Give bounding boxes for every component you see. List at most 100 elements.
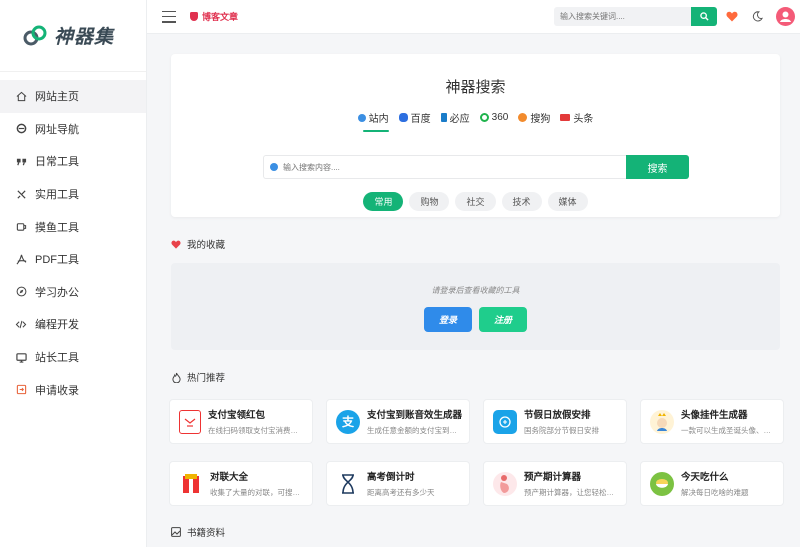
tool-card[interactable]: 今天吃什么 解决每日吃啥的难题 <box>640 461 784 506</box>
blog-link-label: 博客文章 <box>202 12 239 22</box>
pregnancy-icon <box>493 471 517 496</box>
tab-engine-bing[interactable]: 必应 <box>440 110 470 130</box>
monitor-icon <box>15 351 27 363</box>
site-icon <box>357 113 366 122</box>
red-envelope-icon <box>179 409 201 434</box>
heart-icon <box>171 239 181 249</box>
tab-category-tech[interactable]: 技术 <box>501 192 542 211</box>
avatar-frame-icon <box>650 409 674 434</box>
tool-card[interactable]: 对联大全 收集了大量的对联，可搜索查询 <box>169 461 313 506</box>
tool-desc: 解决每日吃啥的难题 <box>681 488 749 497</box>
tool-card[interactable]: 支付宝领红包 在线扫码领取支付宝消费红包 <box>169 399 313 444</box>
engine-label: 百度 <box>410 114 431 125</box>
hot-title: 热门推荐 <box>187 373 226 384</box>
tab-engine-360[interactable]: 360 <box>479 110 509 130</box>
engine-label: 必应 <box>449 114 470 125</box>
tab-category-social[interactable]: 社交 <box>455 192 496 211</box>
blog-link[interactable]: 博客文章 <box>190 10 238 23</box>
sidebar-item-study-office[interactable]: 学习办公 <box>0 276 146 309</box>
tool-name: 头像挂件生成器 <box>681 410 748 421</box>
code-icon <box>15 318 27 330</box>
sidebar-item-label: 编程开发 <box>35 319 79 332</box>
tool-desc: 一款可以生成圣诞头像、节日头像挂件 <box>681 426 776 435</box>
tool-name: 节假日放假安排 <box>524 410 591 421</box>
tool-card[interactable]: 支 支付宝到账音效生成器 生成任意金额的支付宝到账音效 <box>326 399 470 444</box>
login-button[interactable]: 登录 <box>424 307 472 332</box>
sidebar-item-daily-tools[interactable]: 日常工具 <box>0 145 146 178</box>
tool-desc: 生成任意金额的支付宝到账音效 <box>367 426 462 435</box>
engine-label: 360 <box>491 112 509 123</box>
menu-toggle-icon[interactable] <box>162 10 176 23</box>
quote-icon <box>15 155 27 167</box>
360-icon <box>479 113 489 122</box>
sidebar-item-pdf-tools[interactable]: PDF工具 <box>0 243 146 276</box>
heart-icon[interactable] <box>724 8 740 24</box>
sogou-icon <box>518 113 528 122</box>
sidebar-item-webmaster[interactable]: 站长工具 <box>0 341 146 374</box>
sidebar-item-label: 摸鱼工具 <box>35 221 79 234</box>
tab-engine-baidu[interactable]: 百度 <box>398 110 431 130</box>
image-icon <box>171 527 181 537</box>
header-search-input[interactable] <box>554 7 691 26</box>
calendar-icon <box>493 409 517 434</box>
sidebar-item-submit[interactable]: 申请收录 <box>0 373 146 406</box>
sidebar-item-label: 实用工具 <box>35 189 79 202</box>
tab-engine-sogou[interactable]: 搜狗 <box>518 110 550 130</box>
tab-category-media[interactable]: 媒体 <box>547 192 588 211</box>
avatar[interactable] <box>776 7 795 26</box>
tool-name: 高考倒计时 <box>367 472 415 483</box>
search-input[interactable] <box>283 162 583 172</box>
books-title: 书籍资料 <box>187 528 226 539</box>
tool-card[interactable]: 头像挂件生成器 一款可以生成圣诞头像、节日头像挂件 <box>640 399 784 444</box>
register-button[interactable]: 注册 <box>479 307 527 332</box>
tool-card[interactable]: 高考倒计时 距离高考还有多少天 <box>326 461 470 506</box>
sidebar-item-home[interactable]: 网站主页 <box>0 80 146 113</box>
search-card: 神器搜索 站内 百度 必应 360 搜狗 头条 输入搜索内容.... 搜索 常用… <box>171 54 780 217</box>
tool-name: 对联大全 <box>210 472 249 483</box>
tab-engine-site[interactable]: 站内 <box>357 110 389 132</box>
tool-name: 预产期计算器 <box>524 472 582 483</box>
sidebar-item-navigation[interactable]: 网址导航 <box>0 113 146 146</box>
header-search <box>554 7 717 26</box>
dark-mode-icon[interactable] <box>749 8 765 24</box>
pdf-icon <box>15 253 27 265</box>
sidebar-item-slack-tools[interactable]: 摸鱼工具 <box>0 210 146 243</box>
favorites-title: 我的收藏 <box>187 240 226 251</box>
sidebar-item-label: 日常工具 <box>35 156 79 169</box>
baidu-icon <box>398 113 408 122</box>
tab-engine-toutiao[interactable]: 头条 <box>560 110 593 130</box>
sidebar: 神器集 网站主页 网址导航 日常工具 实用工具 摸鱼工具 PDF工具 学习办公 … <box>0 0 147 547</box>
tool-card[interactable]: 节假日放假安排 国务院部分节假日安排 <box>483 399 627 444</box>
tool-name: 今天吃什么 <box>681 472 729 483</box>
favorites-actions: 登录 注册 <box>171 307 780 332</box>
tool-desc: 收集了大量的对联，可搜索查询 <box>210 488 305 497</box>
sidebar-item-label: 学习办公 <box>35 286 79 299</box>
sidebar-item-programming[interactable]: 编程开发 <box>0 308 146 341</box>
sidebar-item-label: 申请收录 <box>35 384 79 397</box>
search-title: 神器搜索 <box>445 79 506 96</box>
main-search: 搜索 <box>263 155 689 179</box>
toutiao-icon <box>560 114 571 121</box>
shield-icon <box>190 12 198 21</box>
main-content: 神器搜索 站内 百度 必应 360 搜狗 头条 输入搜索内容.... 搜索 常用… <box>147 35 800 547</box>
tab-category-common[interactable]: 常用 <box>363 192 404 211</box>
header-search-button[interactable] <box>691 7 717 26</box>
category-pills: 常用 购物 社交 技术 媒体 <box>171 192 780 211</box>
sidebar-item-label: 站长工具 <box>35 352 79 365</box>
food-bowl-icon <box>650 471 674 496</box>
sidebar-item-label: 网址导航 <box>35 123 79 136</box>
user-icon <box>780 11 791 22</box>
search-icon <box>699 12 709 21</box>
site-logo[interactable]: 神器集 <box>0 0 146 72</box>
search-button[interactable]: 搜索 <box>626 155 689 179</box>
sidebar-item-label: 网站主页 <box>35 91 79 104</box>
site-icon <box>270 163 278 171</box>
tab-category-shopping[interactable]: 购物 <box>409 192 450 211</box>
tool-card[interactable]: 预产期计算器 预产期计算器，让您轻松计算 <box>483 461 627 506</box>
bing-icon <box>440 113 447 122</box>
favorites-heading: 我的收藏 <box>171 237 225 251</box>
logo-icon <box>22 23 48 49</box>
submit-icon <box>15 384 27 396</box>
favorites-card: 请登录后查看收藏的工具 登录 注册 <box>171 263 780 350</box>
sidebar-item-practical-tools[interactable]: 实用工具 <box>0 178 146 211</box>
